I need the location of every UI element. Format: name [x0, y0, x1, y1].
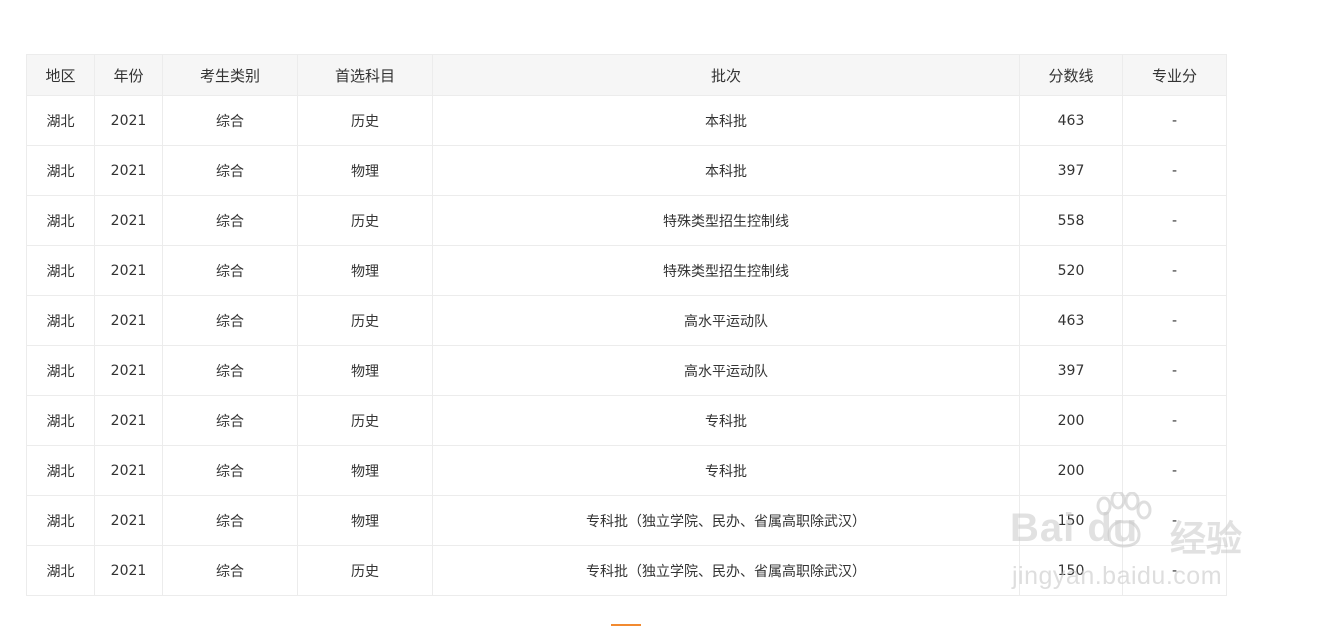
cell-year: 2021 [94, 445, 163, 496]
cell-candidate-type: 综合 [162, 295, 298, 346]
cell-year: 2021 [94, 145, 163, 196]
cell-score-line: 558 [1019, 195, 1123, 246]
cell-batch: 特殊类型招生控制线 [432, 245, 1020, 296]
cell-batch: 专科批 [432, 445, 1020, 496]
cell-major-score: - [1122, 295, 1227, 346]
table-row: 湖北 2021 综合 历史 特殊类型招生控制线 558 - [26, 195, 1227, 246]
header-row: 地区 年份 考生类别 首选科目 批次 分数线 专业分 [26, 54, 1227, 96]
cell-region: 湖北 [26, 345, 95, 396]
cell-score-line: 463 [1019, 95, 1123, 146]
cell-major-score: - [1122, 195, 1227, 246]
cell-major-score: - [1122, 495, 1227, 546]
cell-candidate-type: 综合 [162, 345, 298, 396]
cell-batch: 高水平运动队 [432, 345, 1020, 396]
cell-year: 2021 [94, 545, 163, 596]
table-row: 湖北 2021 综合 物理 专科批（独立学院、民办、省属高职除武汉） 150 - [26, 495, 1227, 546]
table-row: 湖北 2021 综合 物理 高水平运动队 397 - [26, 345, 1227, 396]
table-row: 湖北 2021 综合 物理 本科批 397 - [26, 145, 1227, 196]
cell-score-line: 520 [1019, 245, 1123, 296]
cell-first-subject: 物理 [297, 495, 433, 546]
table-row: 湖北 2021 综合 物理 专科批 200 - [26, 445, 1227, 496]
cell-year: 2021 [94, 395, 163, 446]
header-score-line: 分数线 [1019, 54, 1123, 96]
cell-region: 湖北 [26, 395, 95, 446]
cell-first-subject: 物理 [297, 345, 433, 396]
cell-year: 2021 [94, 345, 163, 396]
cell-first-subject: 物理 [297, 445, 433, 496]
cell-candidate-type: 综合 [162, 545, 298, 596]
cell-candidate-type: 综合 [162, 395, 298, 446]
cell-candidate-type: 综合 [162, 495, 298, 546]
cell-major-score: - [1122, 95, 1227, 146]
cell-major-score: - [1122, 245, 1227, 296]
cell-candidate-type: 综合 [162, 195, 298, 246]
cell-batch: 高水平运动队 [432, 295, 1020, 346]
cell-batch: 本科批 [432, 95, 1020, 146]
cell-major-score: - [1122, 545, 1227, 596]
cell-first-subject: 历史 [297, 395, 433, 446]
header-major-score: 专业分 [1122, 54, 1227, 96]
cell-first-subject: 物理 [297, 145, 433, 196]
header-year: 年份 [94, 54, 163, 96]
cell-first-subject: 历史 [297, 545, 433, 596]
cell-first-subject: 历史 [297, 95, 433, 146]
header-region: 地区 [26, 54, 95, 96]
cell-candidate-type: 综合 [162, 95, 298, 146]
cell-first-subject: 历史 [297, 295, 433, 346]
cell-score-line: 150 [1019, 545, 1123, 596]
cell-year: 2021 [94, 495, 163, 546]
table-row: 湖北 2021 综合 历史 专科批（独立学院、民办、省属高职除武汉） 150 - [26, 545, 1227, 596]
header-batch: 批次 [432, 54, 1020, 96]
cell-candidate-type: 综合 [162, 445, 298, 496]
table-row: 湖北 2021 综合 历史 本科批 463 - [26, 95, 1227, 146]
cell-batch: 专科批（独立学院、民办、省属高职除武汉） [432, 495, 1020, 546]
cell-year: 2021 [94, 195, 163, 246]
bottom-accent-bar [611, 624, 641, 626]
cell-region: 湖北 [26, 495, 95, 546]
cell-candidate-type: 综合 [162, 145, 298, 196]
table-row: 湖北 2021 综合 物理 特殊类型招生控制线 520 - [26, 245, 1227, 296]
header-first-subject: 首选科目 [297, 54, 433, 96]
table-body: 湖北 2021 综合 历史 本科批 463 - 湖北 2021 综合 物理 本科… [26, 95, 1227, 596]
cell-region: 湖北 [26, 195, 95, 246]
table-row: 湖北 2021 综合 历史 高水平运动队 463 - [26, 295, 1227, 346]
score-line-table: 地区 年份 考生类别 首选科目 批次 分数线 专业分 湖北 2021 综合 历史… [26, 54, 1227, 596]
cell-year: 2021 [94, 245, 163, 296]
table-row: 湖北 2021 综合 历史 专科批 200 - [26, 395, 1227, 446]
cell-major-score: - [1122, 345, 1227, 396]
cell-score-line: 200 [1019, 445, 1123, 496]
cell-first-subject: 物理 [297, 245, 433, 296]
cell-candidate-type: 综合 [162, 245, 298, 296]
cell-year: 2021 [94, 95, 163, 146]
cell-score-line: 397 [1019, 345, 1123, 396]
cell-score-line: 463 [1019, 295, 1123, 346]
table-header: 地区 年份 考生类别 首选科目 批次 分数线 专业分 [26, 54, 1227, 96]
cell-region: 湖北 [26, 145, 95, 196]
cell-year: 2021 [94, 295, 163, 346]
cell-batch: 本科批 [432, 145, 1020, 196]
cell-region: 湖北 [26, 545, 95, 596]
header-candidate-type: 考生类别 [162, 54, 298, 96]
cell-region: 湖北 [26, 295, 95, 346]
cell-major-score: - [1122, 145, 1227, 196]
cell-score-line: 397 [1019, 145, 1123, 196]
cell-score-line: 150 [1019, 495, 1123, 546]
cell-batch: 特殊类型招生控制线 [432, 195, 1020, 246]
cell-batch: 专科批（独立学院、民办、省属高职除武汉） [432, 545, 1020, 596]
cell-region: 湖北 [26, 245, 95, 296]
cell-region: 湖北 [26, 95, 95, 146]
cell-score-line: 200 [1019, 395, 1123, 446]
cell-major-score: - [1122, 395, 1227, 446]
cell-first-subject: 历史 [297, 195, 433, 246]
cell-major-score: - [1122, 445, 1227, 496]
cell-batch: 专科批 [432, 395, 1020, 446]
cell-region: 湖北 [26, 445, 95, 496]
